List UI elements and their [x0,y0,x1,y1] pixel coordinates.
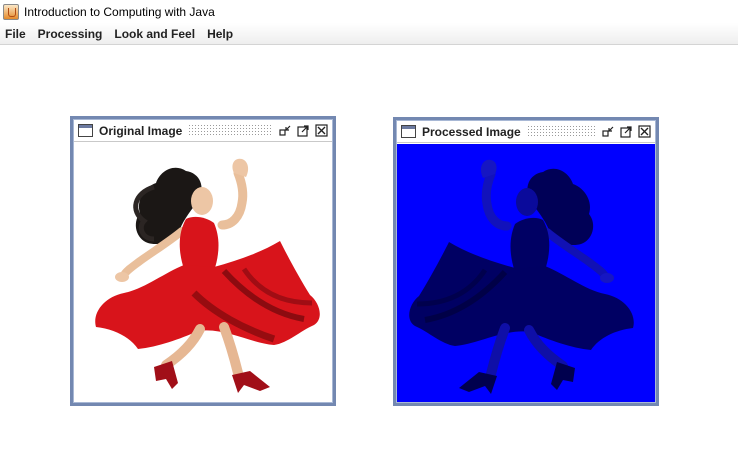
window-titlebar: Introduction to Computing with Java [0,0,738,23]
menu-processing[interactable]: Processing [32,23,109,45]
original-image-frame[interactable]: Original Image [70,116,336,406]
window-title: Introduction to Computing with Java [24,4,215,19]
iconify-icon[interactable] [278,123,293,138]
processed-image-canvas [397,144,655,402]
java-app-icon [3,3,19,20]
maximize-icon[interactable] [296,123,311,138]
processed-image-frame[interactable]: Processed Image [393,117,659,406]
titlebar-grip [188,124,272,137]
dancer-image [95,158,320,393]
desktop-pane: Original Image Processed Image [0,46,738,457]
maximize-icon[interactable] [619,124,634,139]
original-frame-title: Original Image [99,123,183,138]
original-frame-titlebar[interactable]: Original Image [74,120,332,142]
menu-help[interactable]: Help [201,23,239,45]
iconify-icon[interactable] [601,124,616,139]
menu-look-and-feel[interactable]: Look and Feel [108,23,201,45]
menu-file[interactable]: File [0,23,32,45]
close-icon[interactable] [637,124,652,139]
menubar: File Processing Look and Feel Help [0,23,738,45]
titlebar-grip [526,125,595,138]
frame-window-icon [401,125,416,138]
dancer-image-blue-tinted [409,159,634,394]
processed-frame-titlebar[interactable]: Processed Image [397,121,655,143]
processed-frame-title: Processed Image [422,124,521,139]
original-image-canvas [74,143,332,402]
frame-window-icon [78,124,93,137]
close-icon[interactable] [314,123,329,138]
